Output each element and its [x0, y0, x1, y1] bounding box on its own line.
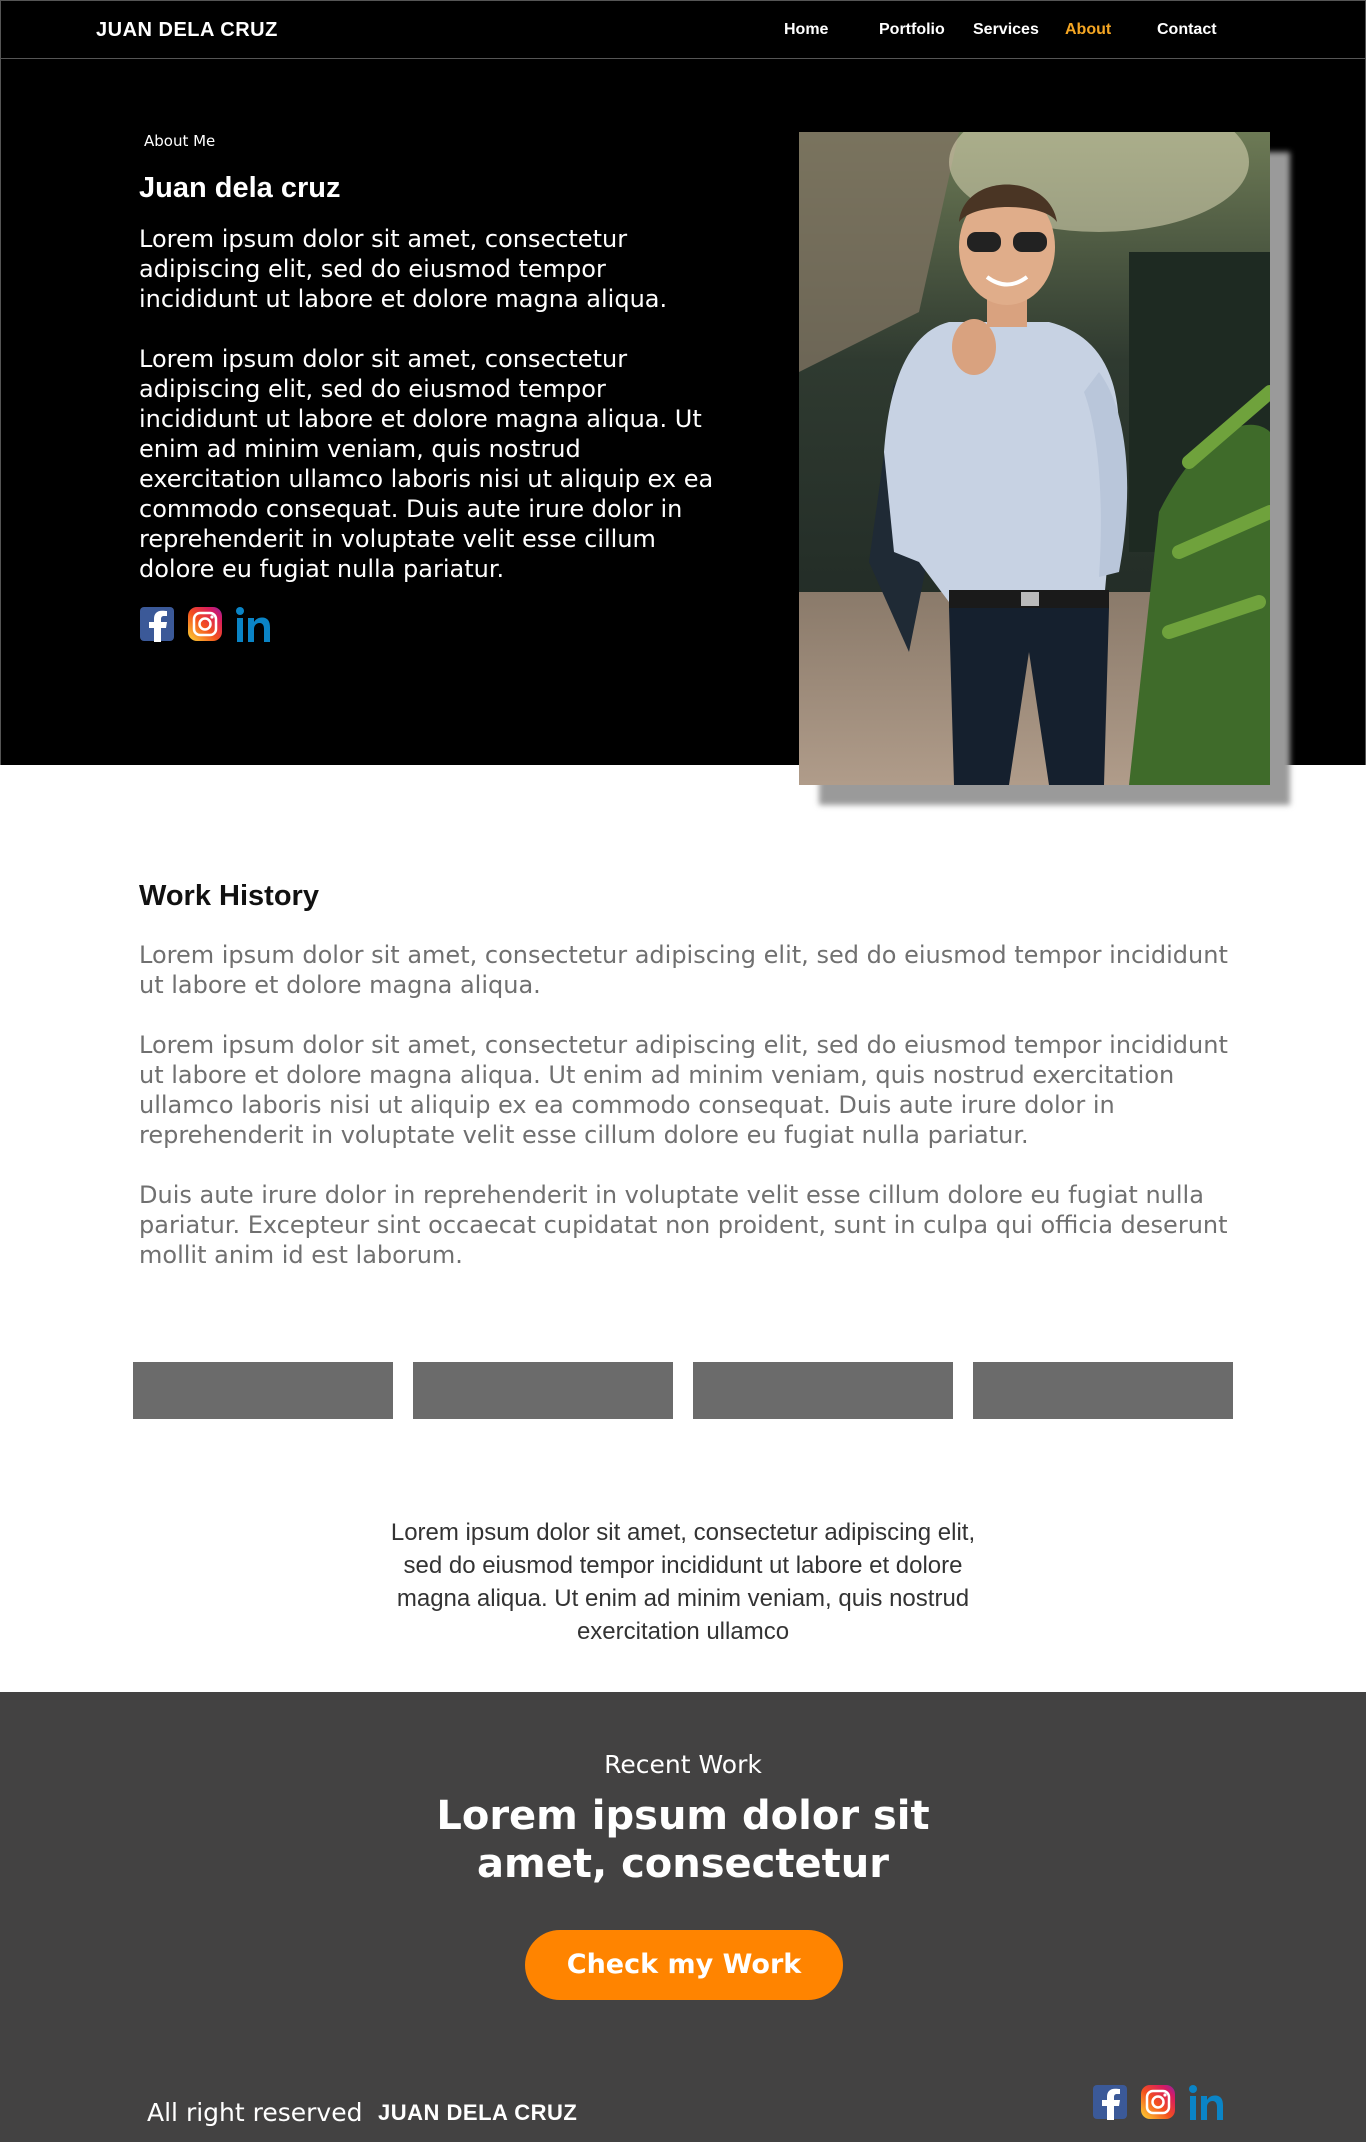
work-tile[interactable] [133, 1362, 393, 1419]
top-navbar: JUAN DELA CRUZ Home Portfolio Services A… [0, 0, 1366, 59]
instagram-icon[interactable] [1140, 2084, 1176, 2120]
linkedin-icon[interactable] [235, 606, 271, 642]
facebook-icon[interactable] [139, 606, 175, 642]
hero-paragraph: Lorem ipsum dolor sit amet, consectetur … [139, 225, 668, 313]
work-tile[interactable] [693, 1362, 953, 1419]
hero-paragraph: Lorem ipsum dolor sit amet, consectetur … [139, 345, 714, 583]
hero-social-links [139, 606, 271, 642]
facebook-icon[interactable] [1092, 2084, 1128, 2120]
copyright-text: All right reserved [147, 2098, 363, 2127]
nav-contact[interactable]: Contact [1157, 21, 1217, 39]
work-tile[interactable] [413, 1362, 673, 1419]
nav-portfolio[interactable]: Portfolio [879, 21, 945, 39]
hero-kicker: About Me [144, 132, 216, 150]
work-history-paragraph: Duis aute irure dolor in reprehenderit i… [139, 1181, 1228, 1269]
nav-about[interactable]: About [1065, 21, 1111, 39]
footer-kicker: Recent Work [604, 1750, 762, 1779]
nav-home[interactable]: Home [784, 21, 828, 39]
check-work-button[interactable]: Check my Work [525, 1930, 843, 2000]
work-tile[interactable] [973, 1362, 1233, 1419]
nav-services[interactable]: Services [973, 21, 1039, 39]
hero-title: Juan dela cruz [139, 172, 341, 204]
profile-photo [799, 132, 1270, 785]
brand-logo[interactable]: JUAN DELA CRUZ [96, 19, 278, 42]
linkedin-icon[interactable] [1188, 2084, 1224, 2120]
footer-social-links [1092, 2084, 1224, 2120]
work-history-paragraph: Lorem ipsum dolor sit amet, consectetur … [139, 941, 1228, 999]
quote-text: Lorem ipsum dolor sit amet, consectetur … [390, 1519, 976, 1645]
work-history-paragraph: Lorem ipsum dolor sit amet, consectetur … [139, 1031, 1228, 1149]
instagram-icon[interactable] [187, 606, 223, 642]
footer-section: Recent Work Lorem ipsum dolor sit amet, … [0, 1692, 1366, 2142]
footer-headline: Lorem ipsum dolor sit amet, consectetur [436, 1793, 930, 1887]
footer-brand: JUAN DELA CRUZ [378, 2100, 578, 2125]
work-history-title: Work History [139, 880, 319, 912]
